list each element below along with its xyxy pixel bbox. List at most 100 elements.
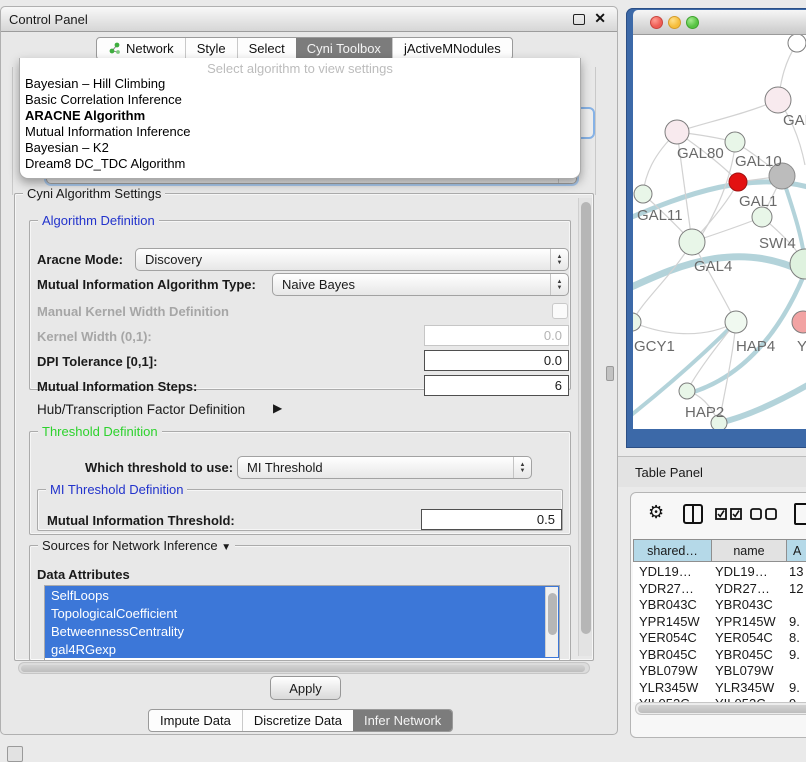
label-gal1: GAL1: [739, 193, 777, 210]
column-header-cut[interactable]: A: [786, 539, 806, 562]
columns-icon[interactable]: [683, 504, 703, 524]
tab-style[interactable]: Style: [185, 38, 237, 59]
table-row[interactable]: YPR145WYPR145W9.: [633, 614, 806, 631]
mi-threshold-definition-title: MI Threshold Definition: [46, 482, 187, 497]
tab-network[interactable]: Network: [97, 38, 185, 59]
attributes-list-scrollbar[interactable]: [545, 587, 558, 657]
tab-infer-network-label: Infer Network: [364, 713, 441, 728]
table-horizontal-scrollbar[interactable]: [635, 702, 806, 715]
table-row[interactable]: YBL079WYBL079W: [633, 663, 806, 680]
threshold-definition-title: Threshold Definition: [38, 424, 162, 439]
tab-infer-network[interactable]: Infer Network: [353, 710, 452, 731]
mi-steps-field[interactable]: 6: [424, 375, 569, 396]
dropdown-item-mutual-information[interactable]: Mutual Information Inference: [25, 124, 190, 139]
table-hscroll-thumb[interactable]: [638, 705, 806, 713]
mac-close-button[interactable]: [650, 16, 663, 29]
node-salmon-y[interactable]: [792, 311, 806, 333]
combo-stepper-icon: ▲▼: [513, 457, 531, 478]
combo-stepper-icon: ▲▼: [550, 249, 568, 270]
node-gal1-red[interactable]: [729, 173, 747, 191]
algorithm-dropdown-popup: Select algorithm to view settings Bayesi…: [19, 58, 581, 179]
data-attributes-label: Data Attributes: [37, 567, 130, 582]
nodes: [633, 35, 806, 429]
dpi-tolerance-label: DPI Tolerance [0,1]:: [37, 354, 157, 369]
kernel-width-field[interactable]: 0.0: [424, 325, 569, 346]
dropdown-item-aracne[interactable]: ARACNE Algorithm: [25, 108, 145, 123]
settings-hscroll-thumb[interactable]: [21, 665, 585, 673]
node-gal11[interactable]: [634, 185, 652, 203]
collapsed-panel-icon[interactable]: [7, 746, 23, 762]
apply-button[interactable]: Apply: [270, 676, 341, 700]
table-row[interactable]: YBR043CYBR043C: [633, 597, 806, 614]
table-row[interactable]: YER054CYER054C8.: [633, 630, 806, 647]
table-row[interactable]: YBR045CYBR045C9.: [633, 647, 806, 664]
deselect-all-icon[interactable]: [750, 508, 778, 521]
node-large-green-cut[interactable]: [790, 249, 806, 279]
mac-zoom-button[interactable]: [686, 16, 699, 29]
column-header-shared-name[interactable]: shared…: [633, 539, 712, 562]
list-item-topologicalcoefficient[interactable]: TopologicalCoefficient: [45, 604, 559, 622]
sources-group-title[interactable]: Sources for Network Inference ▼: [38, 538, 235, 553]
settings-horizontal-scrollbar[interactable]: [18, 662, 590, 674]
list-item-betweennesscentrality[interactable]: BetweennessCentrality: [45, 622, 559, 640]
label-gal80: GAL80: [677, 145, 724, 162]
dropdown-item-bayesian-k2[interactable]: Bayesian – K2: [25, 140, 109, 155]
node-gcy1[interactable]: [633, 313, 641, 331]
node-unlabeled[interactable]: [788, 35, 806, 52]
tab-jactivemnodules[interactable]: jActiveMNodules: [392, 38, 512, 59]
manual-kernel-checkbox[interactable]: [552, 303, 568, 319]
label-hap4: HAP4: [736, 338, 775, 355]
table-panel-box: ⚙ shared… name A YDL19…YDL19…13 YDR27…YD…: [630, 492, 806, 738]
node-swi4[interactable]: [752, 207, 772, 227]
network-window-titlebar[interactable]: [633, 10, 806, 35]
data-attributes-list: SelfLoops TopologicalCoefficient Between…: [44, 585, 560, 661]
cyni-bottom-tabbar: Impute Data Discretize Data Infer Networ…: [148, 709, 453, 732]
gear-icon[interactable]: ⚙: [648, 502, 664, 523]
group-border-remnant: [595, 67, 596, 195]
tab-style-label: Style: [197, 41, 226, 56]
node-hap2[interactable]: [679, 383, 695, 399]
column-header-name[interactable]: name: [711, 539, 787, 562]
tab-impute-data[interactable]: Impute Data: [149, 710, 242, 731]
tab-cyni-toolbox[interactable]: Cyni Toolbox: [296, 38, 392, 59]
settings-vertical-scrollbar[interactable]: [578, 198, 592, 656]
control-panel-title: Control Panel: [1, 12, 88, 27]
node-gal80[interactable]: [665, 120, 689, 144]
tab-select[interactable]: Select: [237, 38, 296, 59]
close-window-icon[interactable]: ✕: [594, 10, 606, 27]
expander-down-arrow-icon[interactable]: ▼: [221, 542, 231, 553]
expander-right-arrow-icon[interactable]: ▶: [273, 401, 282, 415]
dpi-tolerance-field[interactable]: 0.0: [424, 350, 569, 371]
table-row[interactable]: YDR27…YDR27…12: [633, 581, 806, 598]
control-panel-titlebar[interactable]: Control Panel ✕: [1, 7, 617, 32]
table-panel-strip: Table Panel: [618, 456, 806, 487]
node-gal4[interactable]: [679, 229, 705, 255]
tab-select-label: Select: [249, 41, 285, 56]
table-row[interactable]: YDL19…YDL19…13: [633, 564, 806, 581]
aracne-mode-label: Aracne Mode:: [37, 252, 123, 267]
network-canvas[interactable]: GAL GAL80 GAL10 GAL1 GAL11 SWI4 GAL4 GCY…: [633, 35, 806, 429]
dropdown-item-dream8[interactable]: Dream8 DC_TDC Algorithm: [25, 156, 185, 171]
float-window-icon[interactable]: [573, 14, 585, 25]
table-row[interactable]: YLR345WYLR345W9.: [633, 680, 806, 697]
tab-discretize-data[interactable]: Discretize Data: [242, 710, 353, 731]
hub-definition-expander-label[interactable]: Hub/Transcription Factor Definition: [37, 402, 245, 417]
node-hap4[interactable]: [725, 311, 747, 333]
table-mode-icon[interactable]: [794, 503, 806, 525]
mac-minimize-button[interactable]: [668, 16, 681, 29]
dropdown-item-basic-correlation[interactable]: Basic Correlation Inference: [25, 92, 182, 107]
list-item-selfloops[interactable]: SelfLoops: [45, 586, 559, 604]
list-item-gal4rgexp[interactable]: gal4RGexp: [45, 640, 559, 658]
aracne-mode-combo[interactable]: Discovery ▲▼: [135, 248, 569, 271]
panel-splitter-grip[interactable]: [606, 366, 614, 381]
select-all-checks-icon[interactable]: [715, 508, 743, 521]
mi-type-combo[interactable]: Naive Bayes ▲▼: [272, 273, 569, 296]
node-gal10[interactable]: [725, 132, 745, 152]
which-threshold-combo[interactable]: MI Threshold ▲▼: [237, 456, 532, 479]
settings-scroll-thumb[interactable]: [581, 202, 591, 634]
mi-threshold-field[interactable]: 0.5: [421, 509, 562, 530]
attributes-list-scroll-thumb[interactable]: [548, 593, 557, 635]
node-gal-cut[interactable]: [765, 87, 791, 113]
label-gcy1: GCY1: [634, 338, 675, 355]
dropdown-item-bayesian-hill-climbing[interactable]: Bayesian – Hill Climbing: [25, 76, 165, 91]
